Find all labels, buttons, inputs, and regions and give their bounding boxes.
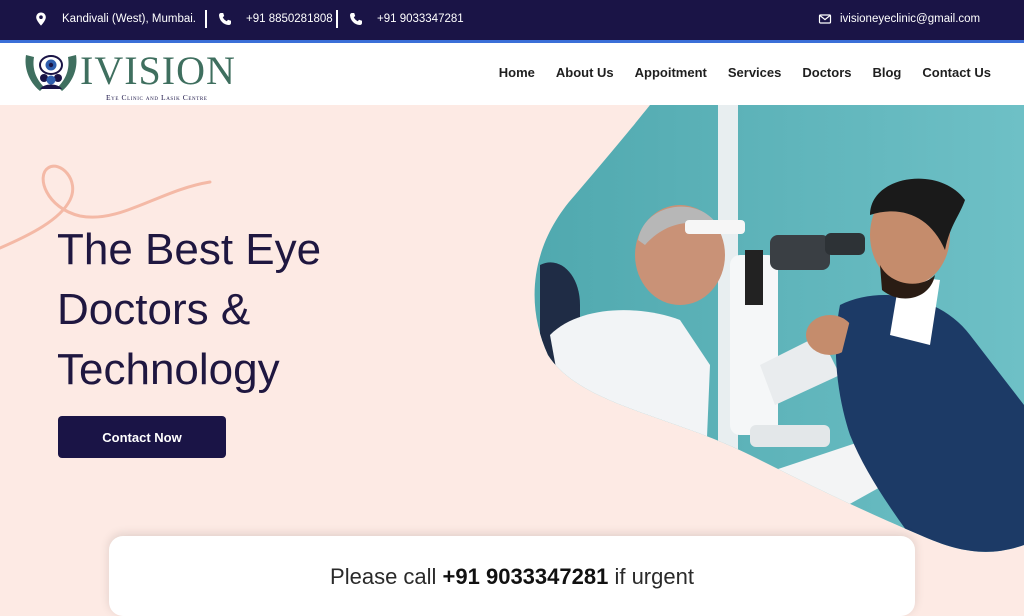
phone-icon (350, 13, 362, 25)
notice-prefix: Please call (330, 564, 443, 589)
envelope-icon (818, 14, 832, 24)
main-nav: Home About Us Appoitment Services Doctor… (499, 65, 991, 80)
urgent-call-card: Please call +91 9033347281 if urgent (109, 536, 915, 616)
urgent-call-text: Please call +91 9033347281 if urgent (109, 564, 915, 590)
eye-exam-photo (534, 105, 1024, 552)
contact-now-button[interactable]: Contact Now (58, 416, 226, 458)
hero-title-line: Doctors & (57, 285, 251, 334)
nav-home[interactable]: Home (499, 65, 535, 80)
nav-contact-us[interactable]: Contact Us (922, 65, 991, 80)
phone-icon (219, 13, 231, 25)
email-text: ivisioneyeclinic@gmail.com (840, 13, 981, 25)
nav-about-us[interactable]: About Us (556, 65, 614, 80)
hands-eye-icon (25, 55, 77, 91)
address-info: Kandivali (West), Mumbai. (34, 12, 196, 26)
nav-doctors[interactable]: Doctors (802, 65, 851, 80)
hero-title-line: Technology (57, 345, 280, 394)
nav-blog[interactable]: Blog (872, 65, 901, 80)
logo-tagline: Eye Clinic and Lasik Centre (106, 93, 208, 102)
location-pin-icon (36, 12, 46, 26)
divider (336, 10, 338, 28)
top-contact-bar: Kandivali (West), Mumbai. +91 8850281808… (0, 0, 1024, 43)
hero-title: The Best Eye Doctors & Technology (57, 220, 477, 400)
phone1-text: +91 8850281808 (246, 13, 333, 25)
nav-services[interactable]: Services (728, 65, 782, 80)
phone2-text: +91 9033347281 (377, 13, 464, 25)
nav-appointment[interactable]: Appoitment (635, 65, 707, 80)
hero-section: The Best Eye Doctors & Technology Contac… (0, 105, 1024, 576)
clinic-logo[interactable]: IVISION Eye Clinic and Lasik Centre (22, 47, 235, 103)
hero-title-line: The Best Eye (57, 225, 322, 274)
address-text: Kandivali (West), Mumbai. (62, 13, 196, 25)
notice-phone[interactable]: +91 9033347281 (443, 564, 609, 589)
site-header: IVISION Eye Clinic and Lasik Centre Home… (0, 43, 1024, 105)
logo-wordmark: IVISION (80, 48, 236, 93)
phone2-link[interactable]: +91 9033347281 (349, 12, 464, 26)
notice-suffix: if urgent (608, 564, 694, 589)
email-link[interactable]: ivisioneyeclinic@gmail.com (818, 12, 980, 26)
divider (205, 10, 207, 28)
phone1-link[interactable]: +91 8850281808 (218, 12, 333, 26)
